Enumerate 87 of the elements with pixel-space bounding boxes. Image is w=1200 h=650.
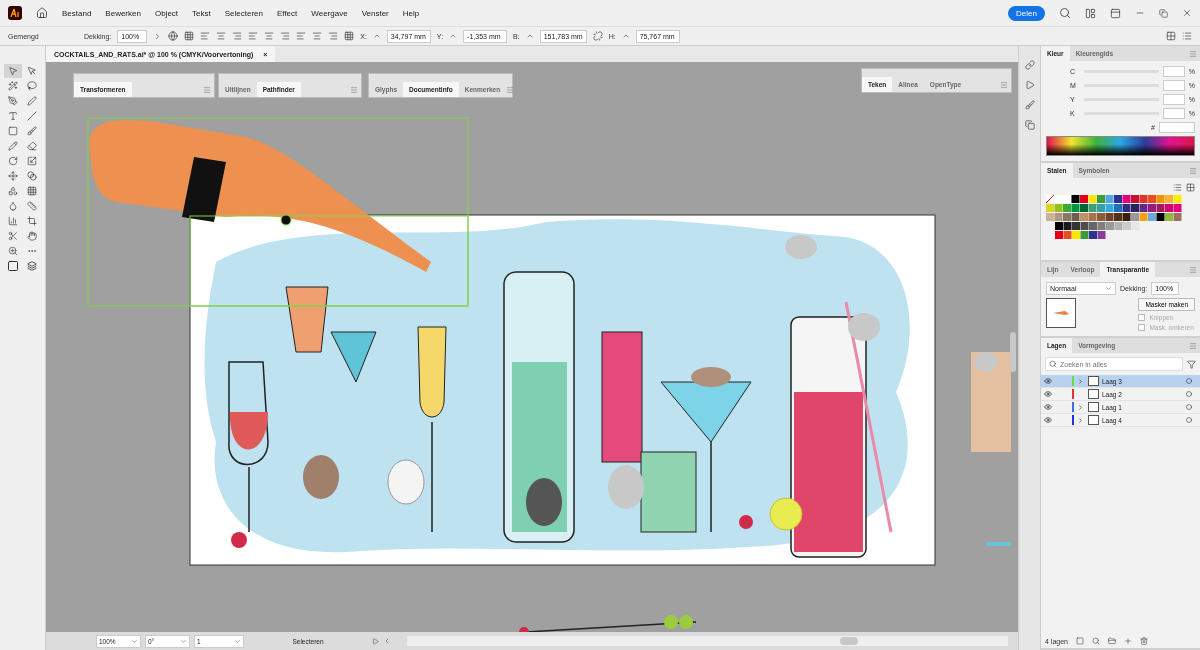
new-layer-icon[interactable] <box>1123 637 1132 645</box>
channel-field[interactable] <box>1162 94 1185 105</box>
align-icon[interactable] <box>232 31 243 41</box>
copy-icon[interactable] <box>1024 120 1035 130</box>
align-icon[interactable] <box>328 31 339 41</box>
stepper-icon[interactable] <box>449 32 458 40</box>
panel-menu-icon[interactable] <box>350 86 358 94</box>
align-icon[interactable] <box>312 31 323 41</box>
panel-menu-icon[interactable] <box>203 86 211 94</box>
list-icon[interactable] <box>1182 31 1192 41</box>
visibility-icon[interactable] <box>1044 390 1054 398</box>
share-button[interactable]: Delen <box>1008 5 1045 21</box>
align-icon[interactable] <box>280 31 291 41</box>
align-icon[interactable] <box>200 31 211 41</box>
home-icon[interactable] <box>36 7 48 19</box>
expand-icon[interactable] <box>1077 416 1085 424</box>
search-icon[interactable] <box>1059 7 1071 19</box>
layer-thumbnail <box>1088 415 1099 425</box>
panel-menu-icon[interactable] <box>1189 49 1197 58</box>
target-icon[interactable] <box>1186 391 1192 397</box>
visibility-icon[interactable] <box>1044 403 1054 411</box>
align-icon[interactable] <box>264 31 275 41</box>
app-logo[interactable] <box>8 6 22 20</box>
hex-field[interactable] <box>1159 122 1195 133</box>
menu-item[interactable]: Effect <box>277 8 298 18</box>
unlink-icon[interactable] <box>592 31 603 41</box>
expand-icon[interactable] <box>1077 403 1085 411</box>
channel-field[interactable] <box>1162 108 1185 119</box>
filter-icon[interactable] <box>1187 359 1196 369</box>
color-spectrum[interactable] <box>1046 136 1195 156</box>
globe-icon[interactable] <box>168 31 179 41</box>
close-icon[interactable] <box>1182 8 1192 18</box>
grid-view-icon[interactable] <box>1186 183 1195 192</box>
menu-item[interactable]: Bestand <box>62 8 92 18</box>
align-icon[interactable] <box>248 31 259 41</box>
target-icon[interactable] <box>1186 417 1192 423</box>
menu-item[interactable]: Weergave <box>311 8 348 18</box>
chevron-left-icon[interactable] <box>383 637 391 645</box>
search-icon[interactable] <box>1049 360 1057 368</box>
play-icon[interactable] <box>1024 80 1035 90</box>
panel-menu-icon[interactable] <box>1189 341 1197 350</box>
dropdown-caret-icon[interactable] <box>234 637 241 645</box>
dropdown-caret-icon[interactable] <box>180 637 187 645</box>
visibility-icon[interactable] <box>1044 377 1054 385</box>
collect-icon[interactable] <box>1075 637 1084 645</box>
scrollbar-thumb[interactable] <box>1010 332 1016 372</box>
delete-icon[interactable] <box>1139 637 1148 645</box>
visibility-icon[interactable] <box>1044 416 1054 424</box>
panel-menu-icon[interactable] <box>1189 265 1197 274</box>
panel-menu-icon[interactable] <box>1189 166 1197 175</box>
layer-thumbnail <box>1088 402 1099 412</box>
align-icon[interactable] <box>296 31 307 41</box>
stepper-icon[interactable] <box>525 32 534 40</box>
workspace-icon[interactable] <box>1085 7 1096 19</box>
target-icon[interactable] <box>1186 404 1192 410</box>
menu-item[interactable]: Help <box>402 8 420 18</box>
grid-icon[interactable] <box>184 31 195 41</box>
horizontal-scrollbar[interactable] <box>407 636 1008 646</box>
dropdown-caret-icon[interactable] <box>131 637 138 645</box>
menu-item[interactable]: Bewerken <box>105 8 141 18</box>
folder-icon[interactable] <box>1107 637 1116 645</box>
list-view-icon[interactable] <box>1173 183 1182 192</box>
search-icon[interactable] <box>1091 637 1100 645</box>
restore-icon[interactable] <box>1159 8 1168 18</box>
menu-item[interactable]: Venster <box>361 8 389 18</box>
dropdown-caret-icon[interactable] <box>1105 285 1112 292</box>
reference-point-icon[interactable] <box>344 31 355 41</box>
stepper-icon[interactable] <box>621 32 630 40</box>
stepper-icon[interactable] <box>372 32 381 40</box>
menu-item[interactable]: Tekst <box>192 8 211 18</box>
menu-item[interactable]: Object <box>154 8 179 18</box>
target-icon[interactable] <box>1186 378 1192 384</box>
layer-thumbnail <box>1088 389 1099 399</box>
selection-bounding-box[interactable] <box>87 117 469 307</box>
panel-menu-icon[interactable] <box>1000 81 1008 89</box>
brush-icon[interactable] <box>1024 100 1035 110</box>
align-icon[interactable] <box>216 31 227 41</box>
play-icon[interactable] <box>372 637 379 645</box>
channel-field[interactable] <box>1162 66 1185 77</box>
panel-menu-icon[interactable] <box>506 86 515 94</box>
menu-item[interactable]: Selecteren <box>224 8 263 18</box>
object-thumbnail <box>1046 298 1076 328</box>
layer-thumbnail <box>1088 376 1099 386</box>
channel-field[interactable] <box>1162 80 1185 91</box>
link-icon[interactable] <box>1024 60 1035 70</box>
panel-icon[interactable] <box>1110 7 1121 19</box>
expand-icon[interactable] <box>1077 377 1085 385</box>
